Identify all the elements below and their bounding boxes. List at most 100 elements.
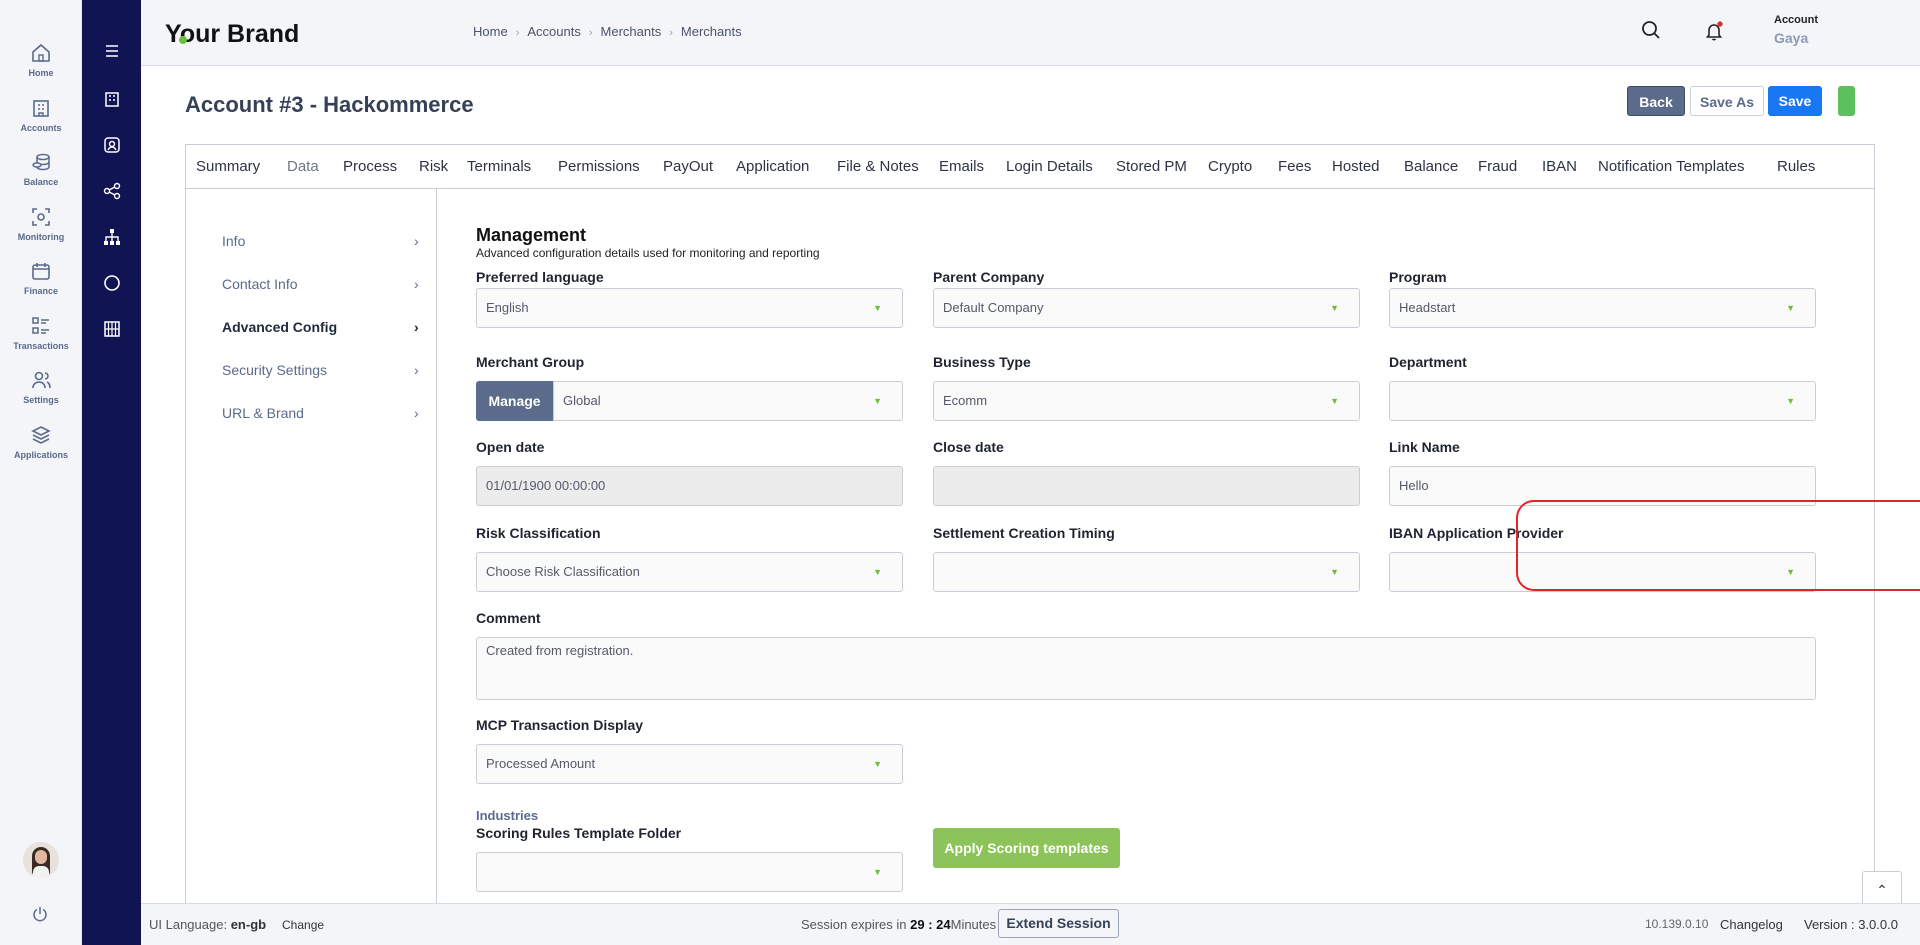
tab-summary[interactable]: Summary [196, 158, 260, 175]
business-type-label: Business Type [933, 354, 1031, 370]
menu-icon[interactable] [82, 44, 141, 62]
settlement-timing-label: Settlement Creation Timing [933, 525, 1115, 541]
footer: UI Language: en-gb Change Session expire… [141, 903, 1920, 945]
manage-button[interactable]: Manage [476, 381, 553, 421]
chevron-up-icon: ⌃ [1876, 882, 1888, 898]
save-as-button[interactable]: Save As [1690, 86, 1764, 116]
settlement-timing-select[interactable]: ▼ [933, 552, 1360, 592]
subnav-url-brand[interactable]: URL & Brand › [222, 405, 422, 421]
program-select[interactable]: Headstart ▼ [1389, 288, 1816, 328]
mcp-display-select[interactable]: Processed Amount ▼ [476, 744, 903, 784]
account-menu[interactable]: Account Gaya [1774, 14, 1818, 46]
comment-textarea[interactable]: Created from registration. [476, 637, 1816, 700]
page-title: Account #3 - Hackommerce [185, 92, 474, 117]
select-value: Global [563, 393, 601, 408]
preferred-language-label: Preferred language [476, 269, 604, 285]
chevron-right-icon: › [414, 362, 419, 378]
share-icon[interactable] [82, 182, 141, 205]
business-type-select[interactable]: Ecomm ▼ [933, 381, 1360, 421]
nav-home[interactable]: Home [0, 42, 82, 78]
session-suffix: Minutes [950, 917, 997, 932]
power-icon[interactable] [31, 905, 49, 928]
tab-emails[interactable]: Emails [939, 158, 984, 175]
apply-scoring-button[interactable]: Apply Scoring templates [933, 828, 1120, 868]
nav-monitoring[interactable]: Monitoring [0, 206, 82, 242]
tab-payout[interactable]: PayOut [663, 158, 713, 175]
chevron-right-icon: › [414, 405, 419, 421]
nav-accounts[interactable]: Accounts [0, 97, 82, 133]
tab-stored-pm[interactable]: Stored PM [1116, 158, 1187, 175]
tab-application[interactable]: Application [736, 158, 809, 175]
nav-applications[interactable]: Applications [0, 424, 82, 460]
subnav-info[interactable]: Info › [222, 233, 422, 249]
close-date-label: Close date [933, 439, 1004, 455]
nav-label: Finance [23, 286, 58, 296]
version-label: Version : 3.0.0.0 [1804, 917, 1898, 932]
tab-permissions[interactable]: Permissions [558, 158, 640, 175]
select-value: Processed Amount [486, 756, 596, 771]
tab-balance[interactable]: Balance [1404, 158, 1458, 175]
account-name: Gaya [1774, 30, 1809, 46]
chevron-right-icon: › [414, 319, 419, 335]
subnav-advanced-config[interactable]: Advanced Config › [222, 319, 422, 335]
tab-login-details[interactable]: Login Details [1006, 158, 1093, 175]
back-button[interactable]: Back [1627, 86, 1685, 116]
merchant-group-select[interactable]: Global ▼ [553, 381, 903, 421]
account-label: Account [1774, 14, 1818, 26]
tab-notification-templates[interactable]: Notification Templates [1598, 158, 1744, 175]
extend-session-button[interactable]: Extend Session [998, 909, 1119, 938]
bell-icon[interactable] [1704, 20, 1726, 47]
department-select[interactable]: ▼ [1389, 381, 1816, 421]
nav-balance[interactable]: Balance [0, 151, 82, 187]
changelog-link[interactable]: Changelog [1720, 917, 1783, 932]
tab-data[interactable]: Data [287, 158, 319, 175]
status-indicator-button[interactable] [1838, 86, 1855, 116]
dropdown-arrow-icon: ▼ [873, 867, 882, 877]
building-icon[interactable] [82, 90, 141, 113]
breadcrumb-merchants[interactable]: Merchants [601, 24, 662, 39]
link-name-label: Link Name [1389, 439, 1460, 455]
ip-address: 10.139.0.10 [1645, 917, 1709, 931]
breadcrumb-home[interactable]: Home [473, 24, 508, 39]
scoring-folder-select[interactable]: ▼ [476, 852, 903, 892]
tab-process[interactable]: Process [343, 158, 397, 175]
tab-rules[interactable]: Rules [1777, 158, 1815, 175]
nav-transactions[interactable]: Transactions [0, 315, 82, 351]
breadcrumb-accounts[interactable]: Accounts [527, 24, 580, 39]
nav-finance[interactable]: Finance [0, 260, 82, 296]
circle-icon[interactable] [82, 274, 141, 297]
tab-crypto[interactable]: Crypto [1208, 158, 1252, 175]
parent-company-select[interactable]: Default Company ▼ [933, 288, 1360, 328]
program-label: Program [1389, 269, 1447, 285]
save-button[interactable]: Save [1768, 86, 1822, 116]
brand-logo[interactable]: Your Brand [165, 20, 299, 49]
nav-label: Balance [23, 177, 59, 187]
tab-fees[interactable]: Fees [1278, 158, 1311, 175]
breadcrumb: Home › Accounts › Merchants › Merchants [473, 24, 742, 39]
tab-iban[interactable]: IBAN [1542, 158, 1577, 175]
change-language-link[interactable]: Change [282, 918, 324, 932]
risk-classification-select[interactable]: Choose Risk Classification ▼ [476, 552, 903, 592]
subnav-contact-info[interactable]: Contact Info › [222, 276, 422, 292]
section-nav: Info › Contact Info › Advanced Config › Sec… [186, 188, 437, 903]
close-date-field [933, 466, 1360, 506]
contact-icon[interactable] [82, 136, 141, 159]
preferred-language-select[interactable]: English ▼ [476, 288, 903, 328]
tab-risk[interactable]: Risk [419, 158, 448, 175]
subnav-security-settings[interactable]: Security Settings › [222, 362, 422, 378]
grid-icon[interactable] [82, 320, 141, 343]
session-prefix: Session expires in [801, 917, 907, 932]
hierarchy-icon[interactable] [82, 228, 141, 251]
tab-bar: Summary Data Process Risk Terminals Perm… [185, 144, 1875, 189]
left-nav: Home Accounts Balance Monitoring Finance… [0, 0, 82, 945]
avatar[interactable] [23, 842, 59, 878]
nav-settings[interactable]: Settings [0, 369, 82, 405]
search-icon[interactable] [1641, 20, 1661, 45]
tab-terminals[interactable]: Terminals [467, 158, 531, 175]
open-date-field: 01/01/1900 00:00:00 [476, 466, 903, 506]
tab-file-notes[interactable]: File & Notes [837, 158, 919, 175]
dropdown-arrow-icon: ▼ [1330, 567, 1339, 577]
tab-fraud[interactable]: Fraud [1478, 158, 1517, 175]
tab-hosted[interactable]: Hosted [1332, 158, 1380, 175]
session-timer: Session expires in 29 : 24Minutes [801, 917, 996, 932]
